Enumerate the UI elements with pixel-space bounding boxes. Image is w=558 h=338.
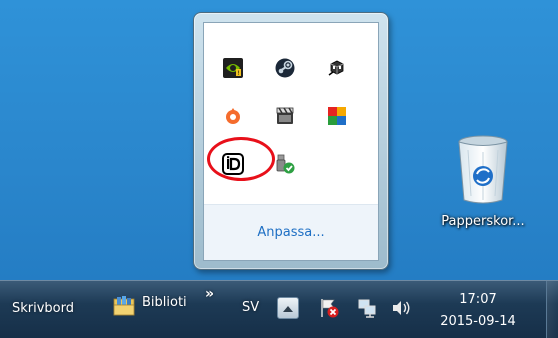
svg-text:!: ! <box>237 70 239 77</box>
libraries-icon <box>112 295 138 319</box>
network-cube-icon[interactable] <box>326 57 348 79</box>
popup-footer: Anpassa... <box>204 204 378 260</box>
chevron-up-icon <box>283 305 293 312</box>
origin-icon[interactable] <box>222 105 244 127</box>
network-icon[interactable] <box>356 297 378 319</box>
usb-safely-remove-icon[interactable] <box>274 153 296 175</box>
clock[interactable]: 17:07 2015-09-14 <box>430 289 526 333</box>
recycle-bin-icon <box>458 135 508 204</box>
recycle-bin-label: Papperskor... <box>441 214 525 229</box>
action-center-icon[interactable] <box>318 297 340 319</box>
highlight-ring <box>207 137 275 181</box>
libraries-label[interactable]: Biblioti <box>142 295 200 310</box>
desktop-toolbar-label[interactable]: Skrivbord <box>12 301 74 316</box>
clock-date: 2015-09-14 <box>440 314 516 329</box>
volume-icon[interactable] <box>390 297 412 319</box>
taskbar: Skrivbord Biblioti » SV 17:07 2015-09-14 <box>0 280 558 338</box>
show-desktop-button[interactable] <box>546 281 558 338</box>
language-indicator[interactable]: SV <box>242 300 259 315</box>
customize-link[interactable]: Anpassa... <box>257 225 324 240</box>
show-hidden-icons-button[interactable] <box>277 297 299 319</box>
recycle-bin[interactable]: Papperskor... <box>428 134 538 244</box>
toolbar-overflow-chevron[interactable]: » <box>205 286 214 302</box>
avg-icon[interactable] <box>326 105 348 127</box>
clock-time: 17:07 <box>459 292 497 307</box>
steam-icon[interactable] <box>274 57 296 79</box>
clapperboard-icon[interactable] <box>274 105 296 127</box>
nvidia-icon[interactable]: ! <box>222 57 244 79</box>
